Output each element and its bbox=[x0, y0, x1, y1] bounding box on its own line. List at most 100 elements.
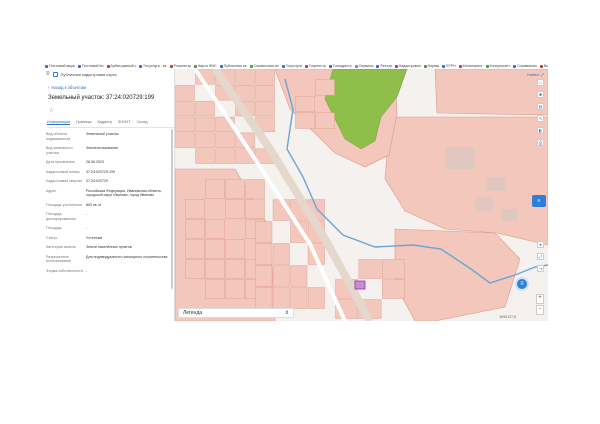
chat-button[interactable]: ≡ bbox=[515, 277, 529, 291]
ruler-icon[interactable]: ◧ bbox=[537, 127, 544, 134]
bookmark-item[interactable]: Госуслуги - вх bbox=[139, 64, 167, 68]
small-parcel[interactable] bbox=[195, 132, 215, 148]
panel-scrollbar[interactable] bbox=[171, 129, 173, 289]
small-parcel[interactable] bbox=[272, 243, 290, 265]
small-parcel[interactable] bbox=[225, 199, 245, 219]
bookmark-item[interactable]: Консультант bbox=[485, 64, 510, 68]
small-parcel[interactable] bbox=[290, 287, 308, 309]
direction-icon[interactable]: ➤ bbox=[537, 241, 544, 248]
small-parcel[interactable] bbox=[295, 95, 315, 113]
small-parcel[interactable] bbox=[205, 279, 225, 299]
small-parcel[interactable] bbox=[205, 179, 225, 199]
property-value: 37:24:020729:199 bbox=[86, 169, 115, 174]
tab-item[interactable]: Сосед bbox=[136, 120, 147, 125]
small-parcel[interactable] bbox=[255, 69, 275, 85]
bookmark-item[interactable]: Почтовый Ко bbox=[77, 64, 104, 68]
bookmark-item[interactable]: Справочная ин bbox=[249, 64, 279, 68]
bookmark-item[interactable]: Почтовый ящик bbox=[45, 64, 75, 68]
layers-toggle-button[interactable]: ≡ bbox=[532, 195, 546, 207]
small-parcel[interactable] bbox=[315, 79, 335, 96]
small-parcel[interactable] bbox=[245, 199, 265, 219]
tab-item[interactable]: Границы bbox=[76, 120, 91, 125]
property-key: Вид земельного участка bbox=[46, 146, 73, 155]
small-parcel[interactable] bbox=[381, 259, 405, 279]
small-parcel[interactable] bbox=[205, 239, 225, 259]
parcel[interactable] bbox=[394, 228, 521, 321]
tab-item[interactable]: ЗОУИТ bbox=[118, 120, 131, 125]
small-parcel[interactable] bbox=[195, 148, 215, 164]
print-icon[interactable]: ⎙ bbox=[537, 139, 544, 146]
search-button[interactable]: Найти ⤢ bbox=[527, 72, 544, 77]
edit-icon[interactable]: ✎ bbox=[537, 115, 544, 122]
bookmark-item[interactable]: Справочник bbox=[513, 64, 537, 68]
home-icon[interactable]: ⌂ bbox=[537, 79, 544, 86]
tab-item[interactable]: Кадастр bbox=[97, 120, 111, 125]
small-parcel[interactable] bbox=[255, 287, 273, 309]
bookmark-item[interactable]: Госреестр bbox=[304, 64, 326, 68]
star-icon[interactable]: ☆ bbox=[49, 107, 174, 114]
bookmark-item[interactable]: ЕГРН bbox=[442, 64, 456, 68]
small-parcel[interactable] bbox=[185, 259, 205, 279]
small-parcel[interactable] bbox=[175, 116, 195, 133]
menu-icon[interactable]: ≡ bbox=[46, 71, 50, 77]
small-parcel[interactable] bbox=[272, 287, 290, 309]
bookmark-item[interactable]: Росреестр bbox=[169, 64, 191, 68]
small-parcel[interactable] bbox=[255, 85, 275, 101]
bookmark-item[interactable]: Реестр bbox=[376, 64, 392, 68]
small-parcel[interactable] bbox=[185, 219, 205, 239]
small-parcel[interactable] bbox=[215, 132, 235, 148]
small-parcel[interactable] bbox=[175, 85, 195, 101]
small-parcel[interactable] bbox=[255, 221, 273, 243]
small-parcel[interactable] bbox=[175, 100, 195, 117]
small-parcel[interactable] bbox=[255, 243, 273, 265]
bookmark-label: Реестр bbox=[380, 64, 393, 68]
bookmark-item[interactable]: Мониторинг bbox=[458, 64, 483, 68]
settings-icon[interactable]: ✱ bbox=[537, 91, 544, 98]
bookmark-item[interactable]: Нормы bbox=[423, 64, 439, 68]
bookmark-label: Госуслуги - вх bbox=[143, 64, 167, 68]
small-parcel[interactable] bbox=[255, 100, 275, 117]
bookmark-item[interactable]: Карта ФНС bbox=[194, 64, 217, 68]
bookmark-item[interactable]: Госуслуги bbox=[281, 64, 302, 68]
back-link[interactable]: ‹ Назад к объектам bbox=[48, 85, 174, 90]
small-parcel[interactable] bbox=[255, 265, 273, 287]
small-parcel[interactable] bbox=[205, 259, 225, 279]
small-parcel[interactable] bbox=[185, 239, 205, 259]
legend-dropdown[interactable]: Легенда ⇕ bbox=[178, 308, 294, 318]
bookmark-item[interactable]: Арбитражный с bbox=[106, 64, 136, 68]
small-parcel[interactable] bbox=[215, 148, 235, 164]
small-parcel[interactable] bbox=[225, 279, 245, 299]
small-parcel[interactable] bbox=[381, 279, 405, 299]
small-parcel[interactable] bbox=[295, 112, 315, 129]
zoom-in-button[interactable]: + bbox=[536, 294, 544, 304]
small-parcel[interactable] bbox=[307, 287, 325, 309]
small-parcel[interactable] bbox=[245, 179, 265, 199]
small-parcel[interactable] bbox=[225, 259, 245, 279]
bookmark-item[interactable]: Выписка bbox=[539, 64, 548, 68]
tab-item[interactable]: Информация bbox=[47, 120, 71, 125]
small-parcel[interactable] bbox=[195, 116, 215, 133]
small-parcel[interactable] bbox=[290, 265, 308, 287]
small-parcel[interactable] bbox=[205, 219, 225, 239]
map-canvas[interactable] bbox=[175, 69, 548, 321]
layers-icon[interactable]: ▤ bbox=[537, 103, 544, 110]
bookmark-item[interactable]: Публичная ка bbox=[219, 64, 247, 68]
small-parcel[interactable] bbox=[195, 100, 215, 117]
small-parcel[interactable] bbox=[185, 199, 205, 219]
bookmark-item[interactable]: Кадастровая bbox=[395, 64, 421, 68]
zoom-out-button[interactable]: − bbox=[536, 305, 544, 315]
small-parcel[interactable] bbox=[315, 112, 335, 129]
fullscreen-icon[interactable]: ⤢ bbox=[537, 253, 544, 260]
small-parcel[interactable] bbox=[358, 259, 382, 279]
bookmark-item[interactable]: Госкадастр bbox=[328, 64, 352, 68]
small-parcel[interactable] bbox=[225, 179, 245, 199]
small-parcel[interactable] bbox=[175, 132, 195, 148]
parcel[interactable] bbox=[384, 116, 548, 246]
small-parcel[interactable] bbox=[225, 239, 245, 259]
bookmark-item[interactable]: Сервисы bbox=[354, 64, 373, 68]
selected-parcel[interactable] bbox=[354, 280, 366, 290]
small-parcel[interactable] bbox=[272, 265, 290, 287]
login-icon[interactable]: ⇥ bbox=[537, 265, 544, 272]
small-parcel[interactable] bbox=[235, 69, 255, 85]
map-view[interactable]: Найти ⤢ ⌂ ✱ ▤ ✎ ◧ ⎙ ≡ ➤ ⤢ ⇥ ≡ + − Легенд… bbox=[175, 69, 548, 321]
